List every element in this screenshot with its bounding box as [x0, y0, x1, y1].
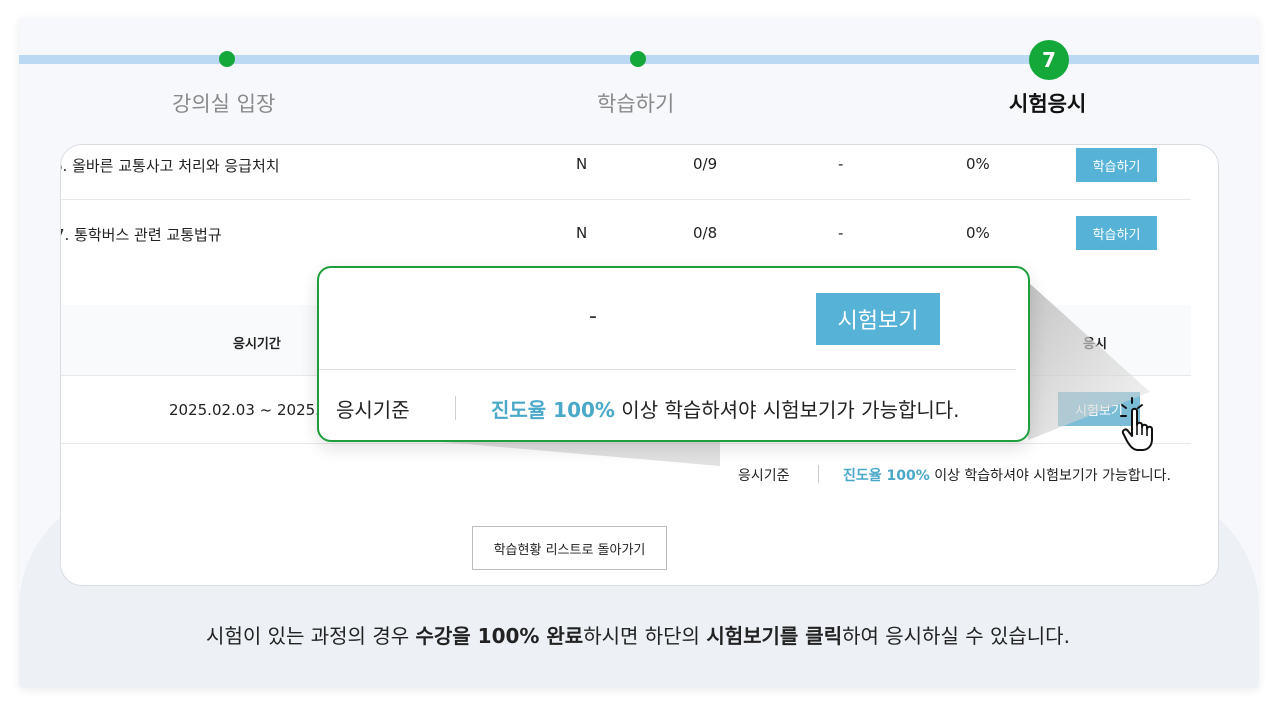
table-divider: [61, 443, 1191, 444]
lesson-title: 7. 통학버스 관련 교통법규: [60, 226, 222, 244]
step-label-take-exam: 시험응시: [1009, 92, 1087, 116]
criteria-label: 응시기준: [738, 468, 790, 484]
study-button[interactable]: 학습하기: [1076, 216, 1157, 250]
caption-part: 시험이 있는 과정의 경우: [206, 624, 416, 648]
step-dot-1: [219, 51, 235, 67]
lesson-rate: 0%: [966, 155, 990, 173]
callout-criteria-text: 진도율 100% 이상 학습하셔야 시험보기가 가능합니다.: [491, 394, 960, 423]
callout-exam-button[interactable]: 시험보기: [816, 293, 940, 345]
step-number-badge: 7: [1029, 40, 1069, 80]
callout-separator: [455, 396, 456, 420]
row-divider: [61, 199, 1191, 200]
step-label-enter-classroom: 강의실 입장: [172, 92, 276, 116]
lesson-rate: 0%: [966, 224, 990, 242]
step-dot-2: [630, 51, 646, 67]
instruction-caption: 시험이 있는 과정의 경우 수강을 100% 완료하시면 하단의 시험보기를 클…: [0, 620, 1276, 649]
lesson-flag: N: [576, 155, 588, 173]
criteria-rest: 이상 학습하셔야 시험보기가 가능합니다.: [929, 468, 1171, 484]
caption-part: 하시면 하단의: [583, 624, 707, 648]
header-action: 응시: [1083, 337, 1107, 352]
caption-bold-click: 시험보기를 클릭: [706, 624, 843, 648]
lesson-flag: N: [576, 224, 588, 242]
lesson-date: -: [838, 224, 844, 242]
hand-pointer-icon: [1120, 397, 1153, 451]
lesson-progress: 0/9: [693, 155, 718, 173]
caption-part: 하여 응시하실 수 있습니다.: [842, 624, 1070, 648]
header-period: 응시기간: [233, 337, 281, 352]
criteria-separator: [818, 465, 819, 483]
lesson-date: -: [838, 155, 844, 173]
lesson-title: 6. 올바른 교통사고 처리와 응급처치: [60, 157, 280, 175]
step-label-study: 학습하기: [597, 92, 675, 116]
criteria-text: 진도율 100% 이상 학습하셔야 시험보기가 가능합니다.: [843, 465, 1171, 485]
exam-period-value: 2025.02.03 ~ 2025.02: [169, 401, 340, 419]
zoom-callout: - 시험보기 응시기준 진도율 100% 이상 학습하셔야 시험보기가 가능합니…: [317, 266, 1030, 442]
callout-criteria-label: 응시기준: [336, 398, 410, 422]
callout-rest: 이상 학습하셔야 시험보기가 가능합니다.: [614, 398, 960, 422]
callout-divider: [319, 369, 1016, 370]
study-button[interactable]: 학습하기: [1076, 148, 1157, 182]
lesson-progress: 0/8: [693, 224, 718, 242]
criteria-highlight: 진도율 100%: [843, 468, 930, 484]
callout-dash: -: [589, 304, 597, 329]
caption-bold-complete: 수강을 100% 완료: [415, 624, 584, 648]
back-to-list-button[interactable]: 학습현황 리스트로 돌아가기: [472, 526, 667, 570]
callout-highlight: 진도율 100%: [491, 398, 615, 422]
